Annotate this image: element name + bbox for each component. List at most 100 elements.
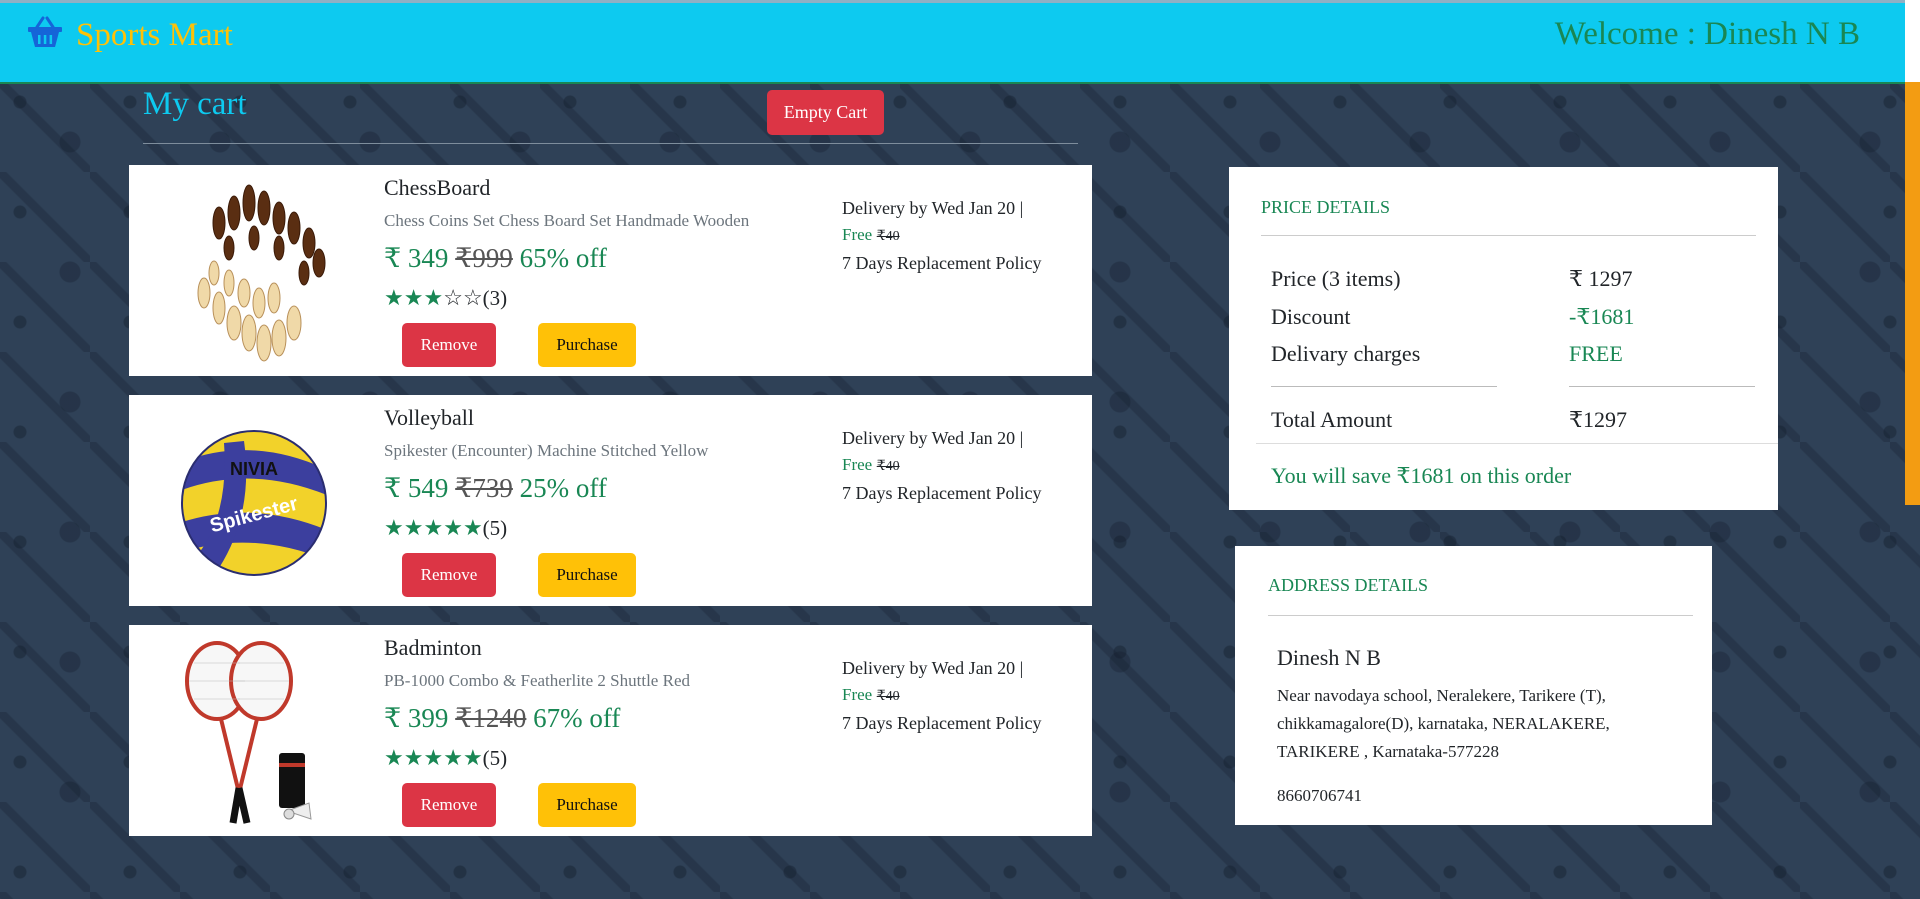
cart-item-volleyball: NIVIA Spikester Volleyball Spikester (En… <box>129 395 1092 606</box>
replacement-policy: 7 Days Replacement Policy <box>842 483 1042 503</box>
star-filled-icon: ★ <box>423 285 444 310</box>
star-filled-icon: ★ <box>384 285 404 310</box>
total-amount-label: Total Amount <box>1271 407 1393 432</box>
product-name[interactable]: Volleyball <box>384 405 474 431</box>
price-details-heading: PRICE DETAILS <box>1261 197 1391 217</box>
price-value: ₹ 1297 <box>1569 266 1633 291</box>
product-name[interactable]: Badminton <box>384 635 482 661</box>
star-empty-icon: ☆ <box>462 285 483 310</box>
divider <box>1261 235 1756 236</box>
rating-stars: ★ ★ ★ ☆ ☆ (3) <box>384 285 507 311</box>
product-price-row: ₹ 349 ₹999 65% off <box>384 243 607 274</box>
address-name: Dinesh N B <box>1277 645 1381 670</box>
product-price: ₹ 399 <box>384 703 449 733</box>
star-filled-icon: ★ <box>384 745 404 770</box>
free-shipping: Free <box>842 225 873 244</box>
product-mrp: ₹739 <box>455 473 513 503</box>
product-price-row: ₹ 399 ₹1240 67% off <box>384 703 620 734</box>
shipping-line: Free ₹40 <box>842 221 1041 250</box>
product-discount: 25% off <box>519 473 607 503</box>
star-filled-icon: ★ <box>462 515 483 540</box>
address-details-heading: ADDRESS DETAILS <box>1268 575 1429 595</box>
discount-label: Discount <box>1271 304 1351 329</box>
delivery-info: Delivery by Wed Jan 20 | Free ₹40 7 Days… <box>842 655 1041 736</box>
divider <box>1256 443 1778 444</box>
delivery-info: Delivery by Wed Jan 20 | Free ₹40 7 Days… <box>842 195 1041 276</box>
badminton-image <box>159 633 349 828</box>
discount-value: -₹1681 <box>1569 304 1635 329</box>
top-border <box>0 0 1920 3</box>
delivery-date: Delivery by Wed Jan 20 | <box>842 428 1024 448</box>
brand-name: Sports Mart <box>76 17 233 53</box>
total-amount-value: ₹1297 <box>1569 407 1627 432</box>
rating-count: (5) <box>482 515 508 540</box>
star-filled-icon: ★ <box>423 515 444 540</box>
purchase-button[interactable]: Purchase <box>538 783 636 827</box>
delivery-date: Delivery by Wed Jan 20 | <box>842 658 1024 678</box>
star-empty-icon: ☆ <box>443 285 463 310</box>
volleyball-image: NIVIA Spikester <box>159 403 349 598</box>
star-filled-icon: ★ <box>462 745 483 770</box>
welcome-user: Welcome : Dinesh N B <box>1554 16 1860 52</box>
product-description: Chess Coins Set Chess Board Set Handmade… <box>384 211 750 230</box>
brand[interactable]: Sports Mart <box>26 16 233 55</box>
product-description: PB-1000 Combo & Featherlite 2 Shuttle Re… <box>384 671 690 690</box>
divider <box>1268 615 1693 616</box>
shipping-old-price: ₹40 <box>876 459 900 474</box>
empty-cart-button[interactable]: Empty Cart <box>767 90 884 135</box>
navbar: Sports Mart Welcome : Dinesh N B <box>0 0 1905 84</box>
delivery-charges-value: FREE <box>1569 341 1623 366</box>
cart-item-chessboard: ChessBoard Chess Coins Set Chess Board S… <box>129 165 1092 376</box>
product-price: ₹ 549 <box>384 473 449 503</box>
product-mrp: ₹999 <box>455 243 513 273</box>
chessboard-image <box>159 173 349 368</box>
star-filled-icon: ★ <box>443 515 463 540</box>
cart-item-badminton: Badminton PB-1000 Combo & Featherlite 2 … <box>129 625 1092 836</box>
star-filled-icon: ★ <box>423 745 444 770</box>
delivery-charges-label: Delivary charges <box>1271 341 1421 366</box>
right-accent-top <box>1905 0 1920 82</box>
shipping-line: Free ₹40 <box>842 451 1041 480</box>
free-shipping: Free <box>842 455 873 474</box>
shipping-line: Free ₹40 <box>842 681 1041 710</box>
product-price: ₹ 349 <box>384 243 449 273</box>
divider <box>1569 386 1755 387</box>
replacement-policy: 7 Days Replacement Policy <box>842 713 1042 733</box>
ball-brand-text: NIVIA <box>230 459 278 479</box>
product-discount: 65% off <box>519 243 607 273</box>
divider <box>1271 386 1497 387</box>
free-shipping: Free <box>842 685 873 704</box>
remove-button[interactable]: Remove <box>402 783 496 827</box>
star-filled-icon: ★ <box>443 745 463 770</box>
shipping-old-price: ₹40 <box>876 229 900 244</box>
star-filled-icon: ★ <box>384 515 404 540</box>
product-price-row: ₹ 549 ₹739 25% off <box>384 473 607 504</box>
purchase-button[interactable]: Purchase <box>538 553 636 597</box>
rating-stars: ★ ★ ★ ★ ★ (5) <box>384 745 507 771</box>
rating-stars: ★ ★ ★ ★ ★ (5) <box>384 515 507 541</box>
address-lines: Near navodaya school, Neralekere, Tarike… <box>1277 686 1610 761</box>
rating-count: (5) <box>482 745 508 770</box>
remove-button[interactable]: Remove <box>402 323 496 367</box>
product-description: Spikester (Encounter) Machine Stitched Y… <box>384 441 709 460</box>
delivery-info: Delivery by Wed Jan 20 | Free ₹40 7 Days… <box>842 425 1041 506</box>
address-details-card: ADDRESS DETAILS Dinesh N B Near navodaya… <box>1235 546 1712 825</box>
replacement-policy: 7 Days Replacement Policy <box>842 253 1042 273</box>
star-filled-icon: ★ <box>403 515 424 540</box>
product-name[interactable]: ChessBoard <box>384 175 490 201</box>
cart-title: My cart <box>143 86 247 122</box>
star-filled-icon: ★ <box>403 745 424 770</box>
shipping-old-price: ₹40 <box>876 689 900 704</box>
rating-count: (3) <box>482 285 508 310</box>
remove-button[interactable]: Remove <box>402 553 496 597</box>
delivery-date: Delivery by Wed Jan 20 | <box>842 198 1024 218</box>
product-mrp: ₹1240 <box>455 703 527 733</box>
purchase-button[interactable]: Purchase <box>538 323 636 367</box>
price-label: Price (3 items) <box>1271 266 1401 291</box>
star-filled-icon: ★ <box>403 285 424 310</box>
product-discount: 67% off <box>533 703 621 733</box>
cart-divider <box>143 143 1078 144</box>
basket-icon <box>26 16 64 55</box>
address-phone: 8660706741 <box>1277 786 1362 805</box>
price-details-card: PRICE DETAILS Price (3 items) ₹ 1297 Dis… <box>1229 167 1778 510</box>
